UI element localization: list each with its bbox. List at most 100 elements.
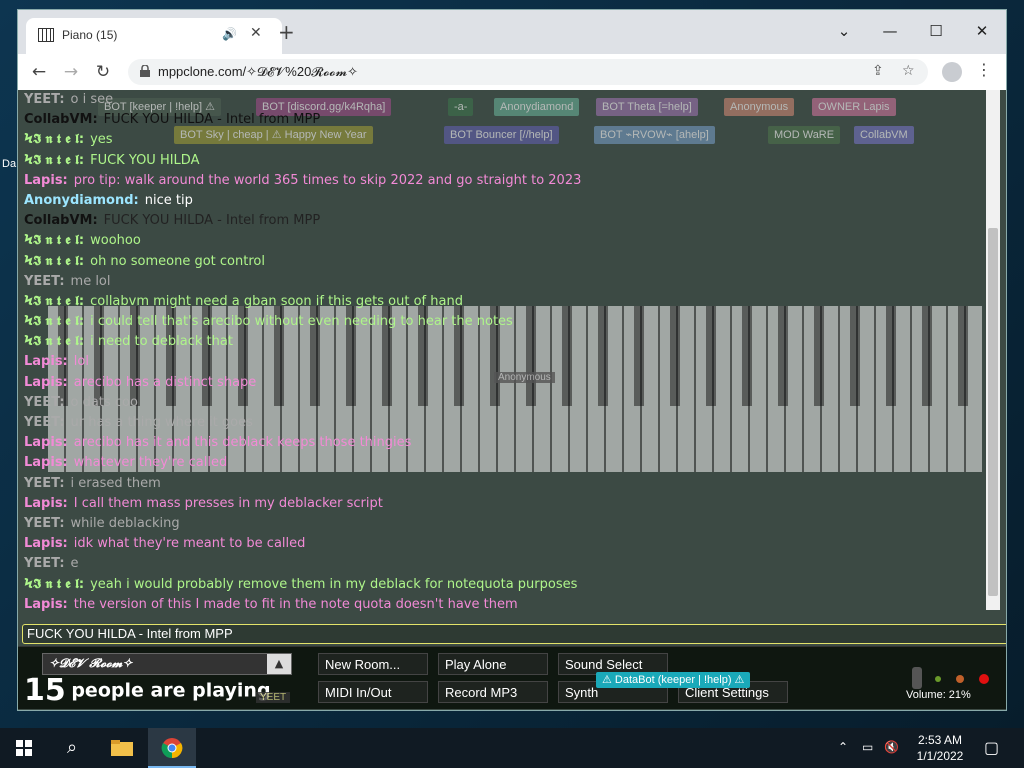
chat-message-author[interactable]: Lapis:: [24, 455, 68, 470]
chat-message-author[interactable]: Ϟ𝕴 𝖓 𝖙 𝖊 𝖑:: [24, 577, 84, 592]
chat-message-author[interactable]: Lapis:: [24, 496, 68, 511]
address-bar[interactable]: mppclone.com/✧𝓓𝓔𝓥%20𝓡𝓸𝓸𝓶✧ ⇪ ☆: [128, 59, 928, 85]
reload-icon[interactable]: ↻: [90, 60, 116, 84]
new-tab-button[interactable]: +: [278, 22, 295, 42]
profile-avatar-icon[interactable]: [942, 62, 962, 82]
chat-message-text: collabvm might need a gban soon if this …: [90, 293, 463, 309]
chat-message-author[interactable]: Anonydiamond:: [24, 193, 139, 208]
chat-message-author[interactable]: Ϟ𝕴 𝖓 𝖙 𝖊 𝖑:: [24, 314, 84, 329]
chat-message-text: o i see: [70, 92, 114, 107]
chat-message: YEET: ur has a thing where it goes: [24, 413, 974, 433]
close-tab-icon[interactable]: ✕: [250, 25, 262, 41]
chat-message-text: idk what they're meant to be called: [73, 536, 306, 552]
date: 1/1/2022: [916, 749, 964, 763]
volume-muted-icon[interactable]: 🔇: [884, 740, 899, 754]
chat-message-author[interactable]: Lapis:: [24, 597, 68, 612]
chat-message-text: the version of this I made to fit in the…: [73, 596, 518, 612]
chat-message-author[interactable]: Ϟ𝕴 𝖓 𝖙 𝖊 𝖑:: [24, 254, 84, 269]
maximize-button[interactable]: ☐: [916, 16, 956, 46]
chat-message-author[interactable]: YEET:: [24, 395, 65, 410]
menu-dots-icon[interactable]: ⋮: [976, 60, 992, 79]
search-icon[interactable]: ⌕: [48, 728, 96, 768]
midi-button[interactable]: MIDI In/Out: [318, 681, 428, 703]
file-explorer-icon[interactable]: [98, 728, 146, 768]
chat-message-author[interactable]: Ϟ𝕴 𝖓 𝖙 𝖊 𝖑:: [24, 334, 84, 349]
bookmark-star-icon[interactable]: ☆: [902, 63, 915, 79]
chat-input[interactable]: FUCK YOU HILDA - Intel from MPP: [22, 624, 1006, 644]
chat-message: Ϟ𝕴 𝖓 𝖙 𝖊 𝖑: i need to deblack that: [24, 332, 974, 352]
chevron-up-icon[interactable]: ▲: [267, 654, 291, 674]
chat-message-author[interactable]: Lapis:: [24, 173, 68, 188]
chat-message-text: i could tell that's arecibo without even…: [90, 314, 513, 330]
chat-message-author[interactable]: YEET:: [24, 476, 65, 491]
page-viewport: BOT [keeper | !help] ⚠ BOT [discord.gg/k4…: [18, 90, 1006, 710]
chat-message: Anonydiamond: nice tip: [24, 191, 974, 211]
chevron-up-icon[interactable]: ⌃: [838, 740, 848, 754]
tab-bar: Piano (15) 🔊 ✕ + ⌄ — ☐ ✕: [18, 10, 1006, 54]
browser-window: Piano (15) 🔊 ✕ + ⌄ — ☐ ✕ ← → ↻ mppclone.…: [18, 10, 1006, 710]
chat-message-text: nice tip: [144, 192, 193, 208]
volume-label: Volume: 21%: [906, 689, 971, 701]
tab-search-button[interactable]: ⌄: [824, 16, 864, 46]
chat-message: Ϟ𝕴 𝖓 𝖙 𝖊 𝖑: FUCK YOU HILDA: [24, 151, 974, 171]
chat-message: Ϟ𝕴 𝖓 𝖙 𝖊 𝖑: oh no someone got control: [24, 252, 974, 272]
chat-message-author[interactable]: Lapis:: [24, 435, 68, 450]
chat-message-author[interactable]: Ϟ𝕴 𝖓 𝖙 𝖊 𝖑:: [24, 153, 84, 168]
share-icon[interactable]: ⇪: [872, 63, 884, 79]
chat-scrollbar[interactable]: [986, 90, 1000, 610]
chat-message-author[interactable]: YEET:: [24, 516, 65, 531]
chat-message-text: lol: [73, 354, 89, 370]
chrome-taskbar-icon[interactable]: [148, 728, 196, 768]
chat-message-author[interactable]: CollabVM:: [24, 112, 98, 127]
chat-message: Ϟ𝕴 𝖓 𝖙 𝖊 𝖑: woohoo: [24, 231, 974, 251]
cursor-tag-yeet: YEET: [256, 692, 291, 703]
chat-message-author[interactable]: Lapis:: [24, 354, 68, 369]
chat-message-text: while deblacking: [70, 515, 180, 531]
new-room-button[interactable]: New Room...: [318, 653, 428, 675]
network-icon[interactable]: ▭: [862, 740, 873, 754]
chat-message-author[interactable]: YEET:: [24, 274, 65, 289]
scroll-thumb[interactable]: [988, 228, 998, 596]
chat-message: Lapis: idk what they're meant to be calle…: [24, 534, 974, 554]
notification-icon[interactable]: ▢: [984, 738, 999, 757]
chat-message-author[interactable]: Ϟ𝕴 𝖓 𝖙 𝖊 𝖑:: [24, 233, 84, 248]
chat-message-author[interactable]: YEET:: [24, 415, 65, 430]
minimize-button[interactable]: —: [870, 16, 910, 46]
chat-message: Lapis: the version of this I made to fit …: [24, 595, 974, 615]
chat-message-author[interactable]: YEET:: [24, 92, 65, 107]
lock-icon: [140, 65, 150, 77]
desktop-icon-label[interactable]: Da: [2, 158, 16, 170]
chat-message: Ϟ𝕴 𝖓 𝖙 𝖊 𝖑: yeah i would probably remove …: [24, 575, 974, 595]
speaker-icon[interactable]: 🔊: [222, 27, 237, 41]
chat-message-text: whatever they're called: [73, 455, 228, 471]
chat-message: CollabVM: FUCK YOU HILDA - Intel from MPP: [24, 110, 974, 130]
windows-start-icon[interactable]: [0, 728, 48, 768]
chat-message-author[interactable]: Lapis:: [24, 375, 68, 390]
chat-message: YEET: e: [24, 554, 974, 574]
chat-message-text: FUCK YOU HILDA: [90, 152, 200, 168]
chat-message-text: FUCK YOU HILDA - Intel from MPP: [103, 213, 321, 229]
chat-message-author[interactable]: CollabVM:: [24, 213, 98, 228]
tab-title: Piano (15): [62, 28, 118, 42]
tab-piano[interactable]: Piano (15) 🔊 ✕: [26, 18, 282, 54]
chat-message: Ϟ𝕴 𝖓 𝖙 𝖊 𝖑: collabvm might need a gban so…: [24, 292, 974, 312]
people-number: 15: [24, 673, 66, 708]
room-select[interactable]: ✧𝓓𝓔𝓥 𝓡𝓸𝓸𝓶✧ ▲: [42, 653, 292, 675]
chat-message-author[interactable]: YEET:: [24, 556, 65, 571]
clock[interactable]: 2:53 AM 1/1/2022: [900, 732, 980, 764]
chat-message-author[interactable]: Ϟ𝕴 𝖓 𝖙 𝖊 𝖑:: [24, 132, 84, 147]
record-mp3-button[interactable]: Record MP3: [438, 681, 548, 703]
forward-arrow-icon[interactable]: →: [58, 60, 84, 84]
back-arrow-icon[interactable]: ←: [26, 60, 52, 84]
play-alone-button[interactable]: Play Alone: [438, 653, 548, 675]
chat-message-text: arecibo has it and this deblack keeps th…: [73, 435, 412, 451]
chat-message-text: arecibo has a distinct shape: [73, 374, 257, 390]
volume-knob-icon[interactable]: [898, 667, 998, 689]
chat-message: Lapis: I call them mass presses in my deb…: [24, 494, 974, 514]
chat-message-author[interactable]: Lapis:: [24, 536, 68, 551]
chat-message-author[interactable]: Ϟ𝕴 𝖓 𝖙 𝖊 𝖑:: [24, 294, 84, 309]
chat-message-text: FUCK YOU HILDA - Intel from MPP: [103, 112, 321, 128]
chat-message: Lapis: pro tip: walk around the world 365…: [24, 171, 974, 191]
url-text[interactable]: mppclone.com/✧𝓓𝓔𝓥%20𝓡𝓸𝓸𝓶✧: [158, 64, 358, 80]
close-window-button[interactable]: ✕: [962, 16, 1002, 46]
